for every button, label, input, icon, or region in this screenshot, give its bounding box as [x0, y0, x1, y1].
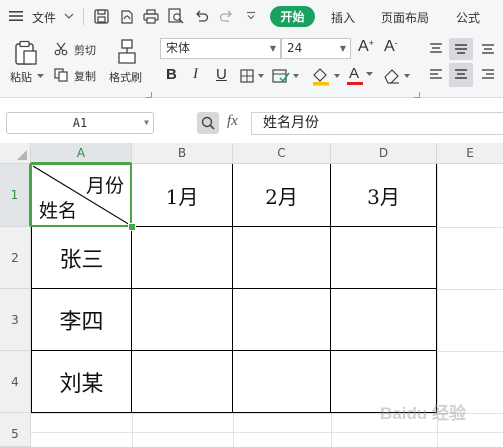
cell-d1[interactable]: 3月 [331, 164, 436, 226]
export-pdf-icon[interactable] [118, 8, 134, 24]
menu-divider [83, 8, 84, 25]
font-name-value: 宋体 [166, 41, 191, 55]
format-painter-icon[interactable] [115, 38, 139, 66]
tab-insert[interactable]: 插入 [331, 9, 355, 26]
name-box-value: A1 [72, 116, 88, 130]
baidu-watermark: Baidu 经验 [380, 404, 466, 423]
paste-icon[interactable] [13, 39, 39, 67]
gridline [31, 432, 503, 433]
file-menu[interactable]: 文件 [32, 9, 56, 26]
increase-font-icon: A [358, 38, 369, 55]
name-box[interactable]: A1 ▼ [6, 112, 154, 134]
clear-format-button[interactable] [381, 66, 411, 86]
zoom-search-icon[interactable] [197, 112, 219, 134]
font-name-select[interactable]: 宋体 ▼ [160, 38, 281, 59]
column-header-e[interactable]: E [437, 143, 503, 164]
decrease-font-size-button[interactable]: A- [384, 38, 398, 56]
quick-access-dropdown-icon[interactable] [244, 9, 258, 23]
column-header-b[interactable]: B [132, 143, 233, 164]
cut-button[interactable]: 剪切 [74, 42, 96, 58]
name-box-dropdown-icon[interactable]: ▼ [144, 113, 149, 133]
bold-button[interactable]: B [166, 66, 177, 83]
gridline [331, 413, 332, 447]
cell-a4[interactable]: 刘某 [32, 351, 131, 412]
font-name-dropdown-icon[interactable]: ▼ [270, 39, 276, 58]
paste-button[interactable]: 粘贴 [10, 69, 32, 85]
font-group-launcher-icon[interactable] [414, 92, 420, 98]
print-preview-icon[interactable] [168, 8, 184, 24]
select-all-corner[interactable] [0, 143, 31, 164]
row-header-2[interactable]: 2 [0, 227, 31, 289]
align-top-icon[interactable] [425, 39, 447, 59]
formula-bar: A1 ▼ fx 姓名月份 [0, 104, 503, 142]
paste-dropdown-icon[interactable] [36, 72, 44, 80]
gridline [437, 227, 503, 228]
cell-style-button[interactable] [272, 68, 300, 84]
plus-sign-icon: + [368, 38, 374, 48]
row-header-4[interactable]: 4 [0, 351, 31, 413]
row-header-1[interactable]: 1 [0, 164, 31, 227]
redo-icon[interactable] [218, 8, 234, 24]
menu-bar: 文件 开始 插入 页面布局 公式 [0, 0, 503, 33]
align-center-icon[interactable] [449, 63, 473, 87]
gridline [132, 413, 133, 447]
font-size-dropdown-icon[interactable]: ▼ [340, 39, 346, 58]
column-header-d[interactable]: D [331, 143, 437, 164]
print-icon[interactable] [143, 8, 159, 24]
font-size-value: 24 [287, 41, 303, 55]
tab-home[interactable]: 开始 [270, 6, 315, 27]
font-size-select[interactable]: 24 ▼ [281, 38, 351, 59]
font-color-letter: A [349, 65, 360, 82]
gridline [437, 289, 503, 290]
ribbon-toolbar: 粘贴 剪切 复制 格式刷 宋体 ▼ 24 ▼ A+ A- B I U A [0, 33, 503, 98]
font-color-button[interactable]: A [345, 65, 375, 87]
format-painter-button[interactable]: 格式刷 [109, 69, 142, 85]
minus-sign-icon: - [394, 38, 398, 48]
cut-icon[interactable] [53, 41, 69, 56]
copy-button[interactable]: 复制 [74, 68, 96, 84]
row-header-5[interactable]: 5 [0, 413, 31, 447]
table-border [31, 412, 437, 413]
font-color-bar [347, 82, 363, 85]
gridline [437, 351, 503, 352]
save-icon[interactable] [93, 8, 109, 24]
fx-icon[interactable]: fx [227, 113, 238, 130]
copy-icon[interactable] [53, 67, 69, 82]
spreadsheet-grid: A B C D E 1 2 3 4 5 月份 姓名 1月 2月 3月 张三 李四… [0, 143, 503, 447]
increase-font-size-button[interactable]: A+ [358, 38, 374, 56]
cell-b1[interactable]: 1月 [132, 164, 232, 226]
italic-button[interactable]: I [193, 66, 198, 83]
active-cell-outline [30, 163, 132, 227]
cell-a3[interactable]: 李四 [32, 289, 131, 350]
align-bottom-icon[interactable] [477, 39, 499, 59]
hamburger-menu-icon[interactable] [9, 9, 23, 23]
undo-icon[interactable] [193, 8, 209, 24]
gridline [233, 413, 234, 447]
align-middle-icon[interactable] [449, 38, 473, 60]
underline-button[interactable]: U [216, 66, 227, 83]
row-header-3[interactable]: 3 [0, 289, 31, 351]
align-right-icon[interactable] [477, 64, 499, 86]
file-menu-chevron-icon[interactable] [63, 10, 75, 22]
clipboard-group-launcher-icon[interactable] [146, 92, 152, 98]
borders-button[interactable] [240, 68, 266, 84]
fill-color-button[interactable] [311, 66, 341, 86]
cell-a2[interactable]: 张三 [32, 227, 131, 288]
decrease-font-icon: A [384, 38, 395, 55]
column-header-c[interactable]: C [233, 143, 331, 164]
align-left-icon[interactable] [425, 64, 447, 86]
column-header-a[interactable]: A [31, 143, 132, 164]
tab-formulas[interactable]: 公式 [456, 9, 480, 26]
cell-c1[interactable]: 2月 [233, 164, 330, 226]
tab-page-layout[interactable]: 页面布局 [381, 9, 429, 26]
formula-input[interactable]: 姓名月份 [251, 112, 503, 135]
